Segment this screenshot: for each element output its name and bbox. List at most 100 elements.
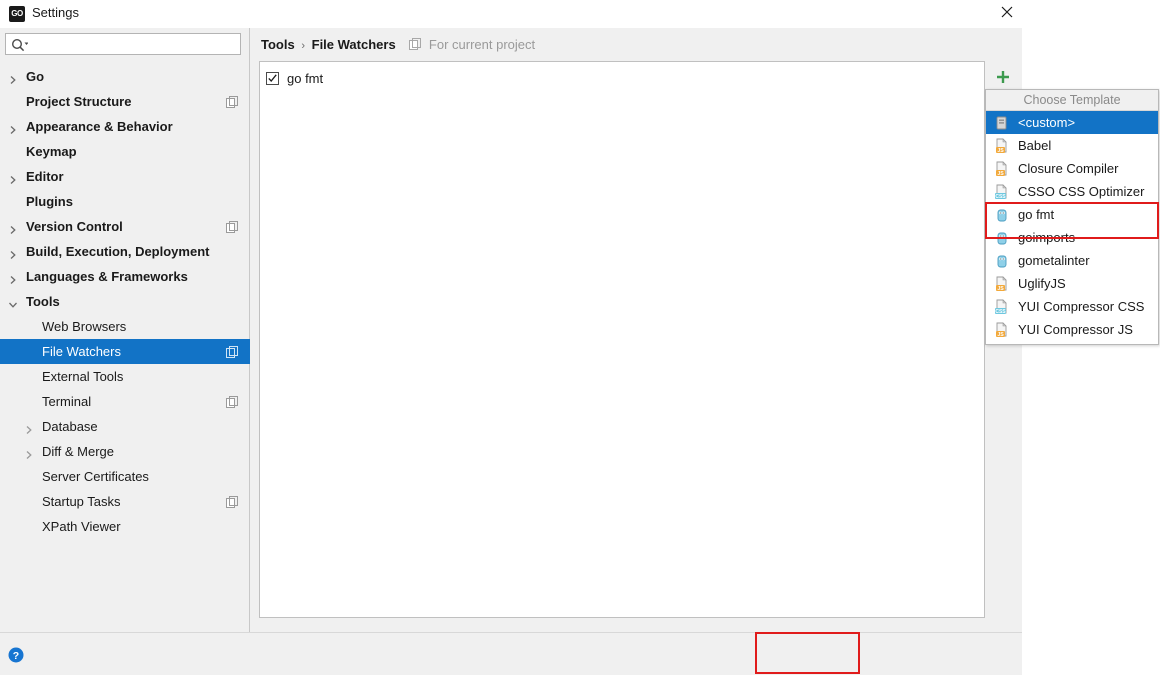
- chevron-right-icon: [8, 272, 18, 284]
- css-file-icon: CSS: [994, 298, 1010, 315]
- title-bar: GO Settings: [0, 0, 1022, 28]
- template-item-yui-compressor-css[interactable]: CSS YUI Compressor CSS: [986, 295, 1158, 318]
- chevron-right-icon: [8, 72, 18, 84]
- window-title: Settings: [32, 5, 79, 20]
- js-file-icon: JS: [994, 160, 1010, 177]
- js-file-icon: JS: [994, 275, 1010, 292]
- template-item-label: goimports: [1018, 230, 1076, 245]
- sidebar-item-label: Appearance & Behavior: [26, 119, 173, 134]
- sidebar-item-label: Keymap: [26, 144, 77, 159]
- sidebar-item-file-watchers[interactable]: File Watchers: [0, 339, 250, 364]
- sidebar-item-label: External Tools: [42, 369, 124, 384]
- sidebar-item-version-control[interactable]: Version Control: [0, 214, 250, 239]
- js-file-icon: JS: [994, 137, 1010, 154]
- sidebar-item-xpath-viewer[interactable]: XPath Viewer: [0, 514, 250, 539]
- sidebar-item-label: Server Certificates: [42, 469, 149, 484]
- sidebar-item-label: Startup Tasks: [42, 494, 121, 509]
- chevron-right-icon: [8, 247, 18, 259]
- chevron-right-icon: [8, 122, 18, 134]
- template-item-csso-css-optimizer[interactable]: CSS CSSO CSS Optimizer: [986, 180, 1158, 203]
- sidebar-item-go[interactable]: Go: [0, 64, 250, 89]
- template-item-label: Closure Compiler: [1018, 161, 1119, 176]
- sidebar-item-plugins[interactable]: Plugins: [0, 189, 250, 214]
- template-item-yui-compressor-js[interactable]: JS YUI Compressor JS: [986, 318, 1158, 341]
- go-tool-icon: [994, 207, 1010, 223]
- breadcrumb-separator: ›: [301, 40, 305, 52]
- watcher-enabled-checkbox[interactable]: [266, 71, 279, 85]
- sidebar-item-label: Diff & Merge: [42, 444, 115, 459]
- settings-dialog: GO Settings Go Project Structure Appeara…: [0, 0, 1022, 675]
- sidebar-item-build-execution-deployment[interactable]: Build, Execution, Deployment: [0, 239, 250, 264]
- sidebar-item-web-browsers[interactable]: Web Browsers: [0, 314, 250, 339]
- template-item-label: gometalinter: [1018, 253, 1090, 268]
- js-file-icon: JS: [994, 321, 1010, 338]
- template-item-label: UglifyJS: [1018, 276, 1066, 291]
- help-icon[interactable]: ?: [8, 647, 24, 663]
- template-item-label: YUI Compressor JS: [1018, 322, 1133, 337]
- sidebar-item-label: Database: [42, 419, 98, 434]
- css-file-icon: CSS: [994, 183, 1010, 200]
- sidebar-item-label: Tools: [26, 294, 60, 309]
- search-icon: [11, 38, 29, 57]
- svg-text:CSS: CSS: [995, 309, 1006, 315]
- sidebar-item-startup-tasks[interactable]: Startup Tasks: [0, 489, 250, 514]
- file-watchers-list[interactable]: go fmt: [259, 61, 985, 618]
- template-item-label: Babel: [1018, 138, 1052, 153]
- sidebar-item-appearance-behavior[interactable]: Appearance & Behavior: [0, 114, 250, 139]
- check-icon: [268, 73, 277, 82]
- go-tool-icon: [994, 230, 1010, 246]
- breadcrumb: Tools › File Watchers For current projec…: [261, 37, 535, 53]
- template-item-goimports[interactable]: goimports: [986, 226, 1158, 249]
- sidebar-item-label: Terminal: [42, 394, 92, 409]
- svg-text:JS: JS: [997, 148, 1004, 154]
- sidebar-item-database[interactable]: Database: [0, 414, 250, 439]
- svg-text:JS: JS: [997, 332, 1004, 338]
- sidebar-item-diff-merge[interactable]: Diff & Merge: [0, 439, 250, 464]
- sidebar-item-external-tools[interactable]: External Tools: [0, 364, 250, 389]
- sidebar-item-label: Version Control: [26, 219, 123, 234]
- template-item-gometalinter[interactable]: gometalinter: [986, 249, 1158, 272]
- scope-note: For current project: [399, 37, 535, 52]
- sidebar-item-server-certificates[interactable]: Server Certificates: [0, 464, 250, 489]
- sidebar-item-keymap[interactable]: Keymap: [0, 139, 250, 164]
- project-scope-icon: [226, 345, 238, 358]
- project-scope-icon: [409, 38, 422, 53]
- dialog-button-bar: ? OK Cancel Apply: [0, 632, 1022, 675]
- sidebar-item-label: Plugins: [26, 194, 73, 209]
- sidebar-item-editor[interactable]: Editor: [0, 164, 250, 189]
- search-field[interactable]: [5, 33, 241, 55]
- sidebar-item-project-structure[interactable]: Project Structure: [0, 89, 250, 114]
- custom-tool-icon: [994, 115, 1010, 131]
- sidebar-item-label: Languages & Frameworks: [26, 269, 188, 284]
- settings-sidebar: Go Project Structure Appearance & Behavi…: [0, 28, 250, 632]
- breadcrumb-parent[interactable]: Tools: [261, 37, 295, 52]
- sidebar-item-terminal[interactable]: Terminal: [0, 389, 250, 414]
- sidebar-item-label: Go: [26, 69, 45, 84]
- page-title: File Watchers: [311, 37, 396, 52]
- go-tool-icon: [994, 253, 1010, 269]
- sidebar-item-label: XPath Viewer: [42, 519, 121, 534]
- close-icon[interactable]: [993, 0, 1023, 26]
- chevron-right-icon: [24, 447, 34, 459]
- close-glyph: [1001, 6, 1013, 18]
- choose-template-popup: Choose Template <custom> JS Babel JS Clo…: [985, 89, 1159, 345]
- template-item-babel[interactable]: JS Babel: [986, 134, 1158, 157]
- plus-icon: [997, 71, 1009, 83]
- add-watcher-button[interactable]: [988, 63, 1016, 89]
- sidebar-item-label: Editor: [26, 169, 64, 184]
- sidebar-item-languages-frameworks[interactable]: Languages & Frameworks: [0, 264, 250, 289]
- template-item-uglifyjs[interactable]: JS UglifyJS: [986, 272, 1158, 295]
- search-input[interactable]: [33, 36, 236, 53]
- go-icon: GO: [9, 6, 25, 22]
- chevron-right-icon: [8, 172, 18, 184]
- chevron-right-icon: [24, 422, 34, 434]
- template-item-go-fmt[interactable]: go fmt: [986, 203, 1158, 226]
- template-item-label: CSSO CSS Optimizer: [1018, 184, 1145, 199]
- template-item-closure-compiler[interactable]: JS Closure Compiler: [986, 157, 1158, 180]
- list-item[interactable]: go fmt: [266, 68, 323, 88]
- template-item-custom[interactable]: <custom>: [986, 111, 1158, 134]
- sidebar-item-label: Build, Execution, Deployment: [26, 244, 210, 259]
- sidebar-item-tools[interactable]: Tools: [0, 289, 250, 314]
- scope-note-label: For current project: [428, 37, 536, 52]
- project-scope-icon: [226, 95, 238, 108]
